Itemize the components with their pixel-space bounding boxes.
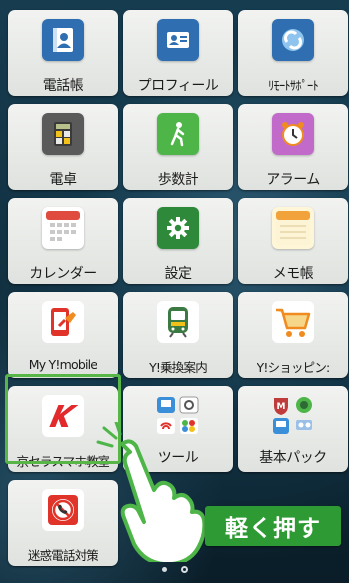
app-settings[interactable]: 設定 [123,198,233,284]
my-ymobile-icon [42,301,84,343]
app-label: 迷惑電話対策 [27,548,99,563]
app-label: ﾘﾓｰﾄｻﾎﾟｰﾄ [268,78,318,93]
calendar-icon [42,207,84,249]
app-label: Y!乗換案内 [149,360,207,375]
calculator-icon [42,113,84,155]
app-y-transit[interactable]: Y!乗換案内 [123,292,233,378]
remote-support-icon [272,19,314,61]
page-indicator [0,566,349,573]
alarm-clock-icon [272,113,314,155]
train-transit-icon [157,301,199,343]
app-label: メモ帳 [272,266,314,282]
app-label: 電卓 [49,172,77,188]
app-label: Y!ショッピン: [256,360,330,375]
memo-pad-icon [272,207,314,249]
page-dot[interactable] [161,567,167,572]
app-pedometer[interactable]: 歩数計 [123,104,233,190]
app-memo[interactable]: メモ帳 [238,198,348,284]
app-label: アラーム [266,172,320,188]
app-alarm[interactable]: アラーム [238,104,348,190]
app-remote-support[interactable]: ﾘﾓｰﾄｻﾎﾟｰﾄ [238,10,348,96]
svg-text:M: M [277,402,286,412]
app-y-shopping[interactable]: Y!ショッピン: [238,292,348,378]
app-label: 電話帳 [42,78,84,94]
app-label: プロフィール [137,78,219,94]
app-label: 歩数計 [157,172,199,188]
app-label: カレンダー [29,266,97,282]
app-profile[interactable]: プロフィール [123,10,233,96]
profile-card-icon [157,19,199,61]
settings-gear-icon [157,207,199,249]
contacts-icon [42,19,84,61]
app-my-ymobile[interactable]: My Y!mobile [8,292,118,378]
pedometer-icon [157,113,199,155]
tapping-hand-icon [96,422,206,562]
folder-basic-pack[interactable]: M 基本パック [238,386,348,472]
nuisance-call-block-icon [42,489,84,531]
app-contacts[interactable]: 電話帳 [8,10,118,96]
basic-pack-folder-icon: M [270,395,316,437]
app-label: 設定 [164,266,192,282]
light-press-callout: 軽く押す [205,506,341,546]
app-label: My Y!mobile [28,357,98,372]
page-dot-current[interactable] [180,566,188,573]
app-calendar[interactable]: カレンダー [8,198,118,284]
app-calculator[interactable]: 電卓 [8,104,118,190]
app-label: 基本パック [259,450,327,466]
shopping-cart-icon [272,301,314,343]
